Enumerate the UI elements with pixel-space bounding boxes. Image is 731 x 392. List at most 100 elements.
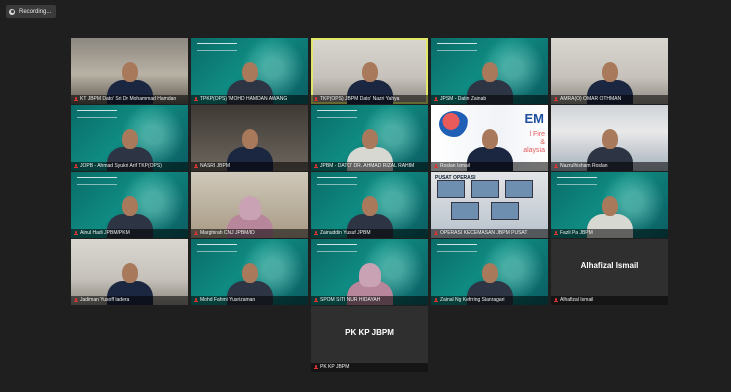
participant-name-label: Nazrulhisham Roslan bbox=[551, 162, 668, 171]
participant-name-label: TKP(OPS) JBPM Dato' Nazri Yahya bbox=[311, 95, 428, 104]
participant-tile[interactable]: TPKP(OPS) 'MOHD HAMDAN AWANG bbox=[191, 38, 308, 104]
brand-subtext-line: l Fire bbox=[529, 131, 545, 138]
background-banner bbox=[197, 244, 237, 252]
brand-subtext-line: & bbox=[540, 139, 545, 146]
mic-muted-icon bbox=[194, 298, 198, 303]
participant-name: Roslan Ismail bbox=[440, 163, 471, 169]
participant-head bbox=[361, 129, 378, 149]
participant-tile[interactable]: KT JBPM Dato' Sri Dr Mohammad Hamdan bbox=[71, 38, 188, 104]
participant-head bbox=[241, 129, 258, 149]
participant-tile[interactable]: Marghirah CNJ JPBM/ID bbox=[191, 172, 308, 238]
participant-display-name: Alhafizal Ismail bbox=[580, 261, 639, 270]
participant-tile[interactable]: SPOM SITI NUR HIDAYAH bbox=[311, 239, 428, 305]
participant-name: JPBM - DATO' DR. AHMAD RIZAL RAHIM bbox=[320, 163, 415, 169]
participant-tile[interactable]: Alhafizal Ismail Alhafizal Ismail bbox=[551, 239, 668, 305]
participant-tile[interactable]: PUSAT OPERASI OPERASI KECEMASAN JBPM PUSA… bbox=[431, 172, 548, 238]
participant-tile[interactable]: JPSM - Datin Zainab bbox=[431, 38, 548, 104]
participant-name: Mohd Fahmi Yusrizaman bbox=[200, 297, 256, 303]
participant-tile[interactable]: Fazli Pa JBPM bbox=[551, 172, 668, 238]
participant-name: Fazli Pa JBPM bbox=[560, 230, 593, 236]
mic-muted-icon bbox=[314, 231, 318, 236]
participant-head bbox=[481, 129, 498, 149]
participant-head bbox=[121, 62, 138, 82]
participant-head bbox=[121, 196, 138, 216]
participant-head bbox=[238, 196, 261, 220]
participant-name: OPERASI KECEMASAN JBPM PUSAT bbox=[440, 230, 528, 236]
participant-tile[interactable]: Zainal Ng Kefrring Sianragari bbox=[431, 239, 548, 305]
participant-head bbox=[361, 62, 378, 82]
mic-muted-icon bbox=[194, 97, 198, 102]
participant-name: Marghirah CNJ JPBM/ID bbox=[200, 230, 255, 236]
participant-name: NASRI JBPM bbox=[200, 163, 231, 169]
monitor-screen bbox=[491, 202, 519, 220]
participant-name: Alhafizal Ismail bbox=[560, 297, 594, 303]
participant-name-label: KT JBPM Dato' Sri Dr Mohammad Hamdan bbox=[71, 95, 188, 104]
participant-name-label: Marghirah CNJ JPBM/ID bbox=[191, 229, 308, 238]
participant-name-label: JPSM - Datin Zainab bbox=[431, 95, 548, 104]
video-grid: KT JBPM Dato' Sri Dr Mohammad Hamdan TPKP… bbox=[71, 38, 668, 372]
participant-name: Zainuddin Yusuf JPBM bbox=[320, 230, 371, 236]
participant-head bbox=[358, 263, 381, 287]
participant-tile[interactable]: Ainul Hadi JPBM/PKM bbox=[71, 172, 188, 238]
participant-tile[interactable]: AMRA(O) OMAR OTHMAN bbox=[551, 38, 668, 104]
participant-name: TPKP(OPS) 'MOHD HAMDAN AWANG bbox=[200, 96, 288, 102]
participant-name-label: PK KP JBPM bbox=[311, 363, 428, 372]
participant-name-label: Jadiman Yusoff ladera bbox=[71, 296, 188, 305]
background-banner bbox=[557, 177, 597, 185]
background-banner bbox=[437, 244, 477, 252]
participant-tile[interactable]: Mohd Fahmi Yusrizaman bbox=[191, 239, 308, 305]
participant-name: Ainul Hadi JPBM/PKM bbox=[80, 230, 130, 236]
participant-head bbox=[601, 129, 618, 149]
mic-muted-icon bbox=[554, 164, 558, 169]
recording-label: Recording... bbox=[19, 8, 52, 15]
participant-name: PK KP JBPM bbox=[320, 364, 350, 370]
mic-muted-icon bbox=[314, 97, 318, 102]
monitor-screen bbox=[451, 202, 479, 220]
participant-name: Jadiman Yusoff ladera bbox=[80, 297, 130, 303]
mic-muted-icon bbox=[554, 231, 558, 236]
participant-name: Nazrulhisham Roslan bbox=[560, 163, 608, 169]
participant-display-name: PK KP JBPM bbox=[345, 328, 394, 337]
mic-muted-icon bbox=[74, 298, 78, 303]
participant-name-label: JPBM - DATO' DR. AHMAD RIZAL RAHIM bbox=[311, 162, 428, 171]
mic-muted-icon bbox=[434, 164, 438, 169]
brand-logo-icon bbox=[439, 111, 469, 137]
participant-head bbox=[121, 263, 138, 283]
participant-head bbox=[361, 196, 378, 216]
participant-tile[interactable]: PK KP JBPM PK KP JBPM bbox=[311, 306, 428, 372]
participant-tile[interactable]: Jadiman Yusoff ladera bbox=[71, 239, 188, 305]
participant-head bbox=[601, 196, 618, 216]
participant-name: Zainal Ng Kefrring Sianragari bbox=[440, 297, 505, 303]
mic-muted-icon bbox=[314, 298, 318, 303]
participant-head bbox=[481, 263, 498, 283]
participant-head bbox=[241, 263, 258, 283]
room-signage: PUSAT OPERASI bbox=[435, 175, 476, 181]
participant-name-label: Ainul Hadi JPBM/PKM bbox=[71, 229, 188, 238]
background-banner bbox=[197, 43, 237, 51]
mic-muted-icon bbox=[554, 298, 558, 303]
mic-muted-icon bbox=[434, 298, 438, 303]
mic-muted-icon bbox=[74, 231, 78, 236]
participant-head bbox=[241, 62, 258, 82]
monitor-screen bbox=[505, 180, 533, 198]
participant-tile[interactable]: Zainuddin Yusuf JPBM bbox=[311, 172, 428, 238]
participant-head bbox=[481, 62, 498, 82]
participant-name-label: Zainal Ng Kefrring Sianragari bbox=[431, 296, 548, 305]
background-banner bbox=[77, 110, 117, 118]
participant-tile[interactable]: JOPB - Ahmad Syukri Arif TKP(OPS) bbox=[71, 105, 188, 171]
participant-name-label: OPERASI KECEMASAN JBPM PUSAT bbox=[431, 229, 548, 238]
participant-tile[interactable]: Nazrulhisham Roslan bbox=[551, 105, 668, 171]
mic-muted-icon bbox=[314, 164, 318, 169]
mic-muted-icon bbox=[194, 231, 198, 236]
participant-name-label: Fazli Pa JBPM bbox=[551, 229, 668, 238]
mic-muted-icon bbox=[314, 365, 318, 370]
background-banner bbox=[437, 43, 477, 51]
recording-indicator: Recording... bbox=[6, 5, 57, 18]
participant-tile[interactable]: TKP(OPS) JBPM Dato' Nazri Yahya bbox=[311, 38, 428, 104]
background-banner bbox=[317, 110, 357, 118]
participant-name: TKP(OPS) JBPM Dato' Nazri Yahya bbox=[320, 96, 400, 102]
participant-tile[interactable]: EM l Fire & alaysia Roslan Ismail bbox=[431, 105, 548, 171]
participant-tile[interactable]: NASRI JBPM bbox=[191, 105, 308, 171]
participant-tile[interactable]: JPBM - DATO' DR. AHMAD RIZAL RAHIM bbox=[311, 105, 428, 171]
participant-name: KT JBPM Dato' Sri Dr Mohammad Hamdan bbox=[80, 96, 177, 102]
